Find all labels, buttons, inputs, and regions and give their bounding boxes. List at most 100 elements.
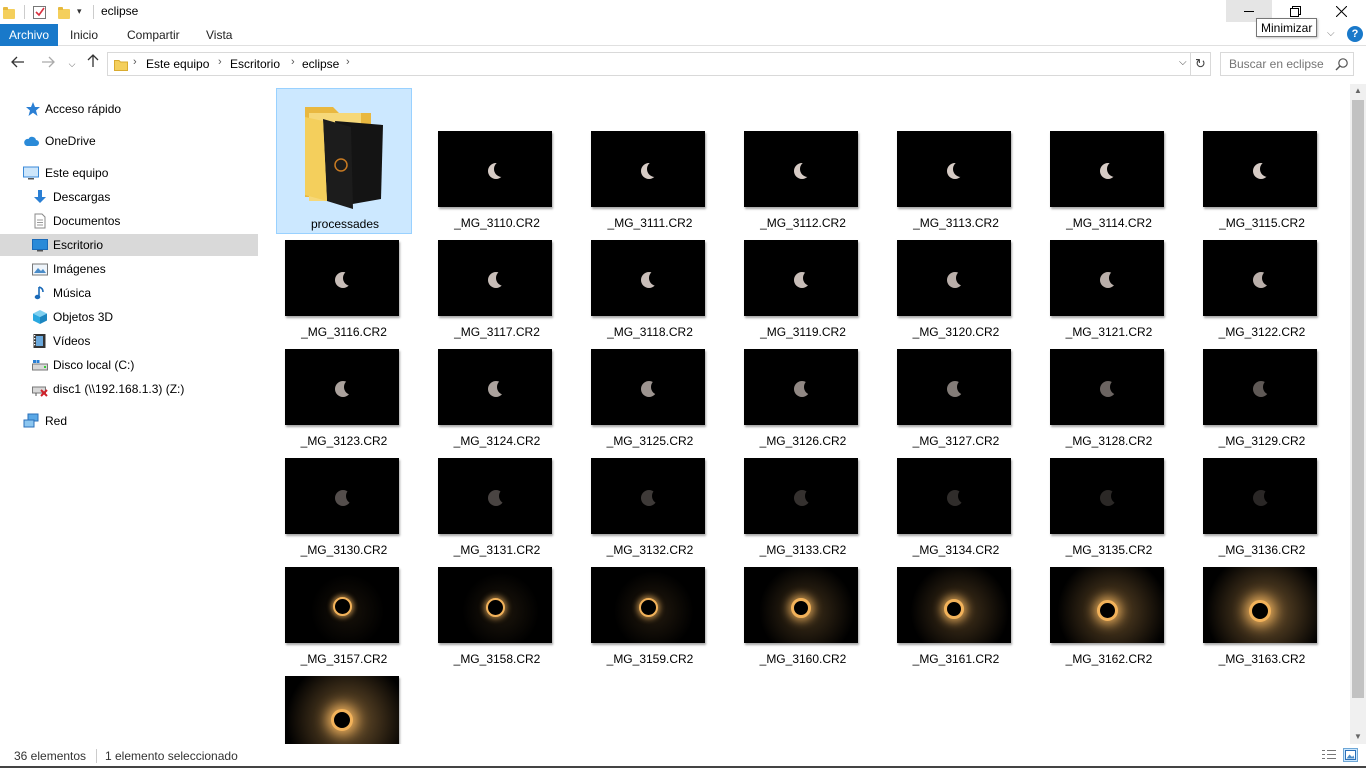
breadcrumb-escritorio[interactable]: Escritorio bbox=[230, 57, 280, 71]
moon-shadow bbox=[649, 270, 665, 286]
nav-item-descargas[interactable]: Descargas bbox=[0, 186, 258, 208]
breadcrumb-este-equipo[interactable]: Este equipo bbox=[146, 57, 209, 71]
ribbon-tabs: Archivo Inicio Compartir Vista ⌵ ? bbox=[0, 24, 1366, 46]
help-icon[interactable]: ? bbox=[1347, 26, 1363, 42]
recent-locations-chevron-icon[interactable]: ⌵ bbox=[62, 54, 82, 74]
breadcrumb-chevron-icon[interactable]: › bbox=[291, 56, 295, 68]
image-thumbnail bbox=[1050, 458, 1164, 534]
folder-icon bbox=[3, 7, 15, 19]
search-box[interactable] bbox=[1220, 52, 1354, 76]
address-dropdown-icon[interactable]: ⌵ bbox=[1179, 57, 1187, 68]
file-item[interactable]: _MG_3163.CR2 bbox=[1194, 524, 1330, 670]
image-thumbnail bbox=[897, 131, 1011, 207]
refresh-icon[interactable]: ↻ bbox=[1191, 52, 1211, 76]
nav-label: Este equipo bbox=[45, 166, 109, 180]
customize-toolbar-icon[interactable]: ▾ bbox=[77, 6, 82, 17]
eclipse-corona bbox=[332, 596, 352, 616]
file-item[interactable]: _MG_3159.CR2 bbox=[582, 524, 718, 670]
star-icon bbox=[26, 102, 40, 116]
nav-item-acceso-rapido[interactable]: Acceso rápido bbox=[0, 98, 258, 120]
network-drive-disconnected-icon bbox=[32, 386, 48, 397]
image-thumbnail bbox=[897, 567, 1011, 643]
breadcrumb-chevron-icon[interactable]: › bbox=[133, 56, 137, 68]
file-item[interactable]: _MG_3158.CR2 bbox=[429, 524, 565, 670]
nav-item-videos[interactable]: Vídeos bbox=[0, 330, 258, 352]
search-icon[interactable] bbox=[1335, 57, 1349, 71]
divider bbox=[24, 5, 25, 19]
moon-shadow bbox=[1111, 488, 1127, 504]
file-item[interactable] bbox=[276, 633, 412, 744]
moon-shadow bbox=[652, 488, 668, 504]
moon-shadow bbox=[497, 379, 513, 395]
selection-count: 1 elemento seleccionado bbox=[105, 749, 238, 763]
nav-label: disc1 (\\192.168.1.3) (Z:) bbox=[53, 382, 185, 396]
breadcrumb-eclipse[interactable]: eclipse bbox=[302, 57, 339, 71]
image-thumbnail bbox=[285, 567, 399, 643]
image-thumbnail bbox=[1050, 349, 1164, 425]
tab-vista[interactable]: Vista bbox=[196, 24, 242, 46]
scroll-up-icon[interactable]: ▲ bbox=[1350, 84, 1366, 98]
cube-icon bbox=[33, 310, 47, 324]
nav-label: Acceso rápido bbox=[45, 102, 122, 116]
tab-compartir[interactable]: Compartir bbox=[117, 24, 190, 46]
up-arrow-icon[interactable] bbox=[83, 54, 103, 74]
tab-archivo[interactable]: Archivo bbox=[0, 24, 59, 46]
file-name: _MG_3160.CR2 bbox=[759, 652, 847, 666]
properties-icon[interactable] bbox=[33, 4, 47, 20]
file-list: processades _MG_3110.CR2 _MG_3111.CR2 _MG_3… bbox=[266, 84, 1350, 744]
chevron-down-icon[interactable]: ⌵ bbox=[1327, 28, 1335, 39]
music-icon bbox=[34, 286, 44, 300]
image-thumbnail bbox=[591, 240, 705, 316]
eclipse-corona bbox=[638, 597, 658, 617]
file-item[interactable]: _MG_3162.CR2 bbox=[1041, 524, 1177, 670]
details-view-icon[interactable] bbox=[1322, 748, 1336, 762]
drive-icon bbox=[32, 360, 48, 371]
video-icon bbox=[33, 334, 46, 348]
search-input[interactable] bbox=[1221, 53, 1333, 75]
nav-item-disco-local[interactable]: Disco local (C:) bbox=[0, 354, 258, 376]
eclipse-corona bbox=[944, 599, 964, 619]
nav-item-red[interactable]: Red bbox=[0, 410, 258, 432]
eclipse-corona bbox=[1096, 599, 1118, 621]
moon-shadow bbox=[1260, 161, 1276, 177]
image-thumbnail bbox=[1203, 567, 1317, 643]
image-thumbnail bbox=[1203, 240, 1317, 316]
moon-shadow bbox=[953, 161, 969, 177]
nav-item-este-equipo[interactable]: Este equipo bbox=[0, 162, 258, 184]
image-icon bbox=[32, 263, 48, 276]
moon-shadow bbox=[647, 161, 663, 177]
scroll-down-icon[interactable]: ▼ bbox=[1350, 730, 1366, 744]
nav-item-imagenes[interactable]: Imágenes bbox=[0, 258, 258, 280]
nav-item-escritorio[interactable]: Escritorio bbox=[0, 234, 258, 256]
close-button[interactable] bbox=[1318, 0, 1364, 22]
scroll-thumb[interactable] bbox=[1352, 100, 1364, 698]
nav-label: Disco local (C:) bbox=[53, 358, 135, 372]
minimize-tooltip: Minimizar bbox=[1256, 18, 1318, 37]
large-icons-view-icon[interactable] bbox=[1343, 748, 1358, 762]
nav-label: Vídeos bbox=[53, 334, 91, 348]
breadcrumb-chevron-icon[interactable]: › bbox=[346, 56, 350, 68]
vertical-scrollbar[interactable]: ▲ ▼ bbox=[1350, 84, 1366, 744]
nav-item-objetos-3d[interactable]: Objetos 3D bbox=[0, 306, 258, 328]
image-thumbnail bbox=[438, 458, 552, 534]
download-icon bbox=[34, 190, 46, 203]
moon-shadow bbox=[957, 379, 973, 395]
nav-item-disc1[interactable]: disc1 (\\192.168.1.3) (Z:) bbox=[0, 378, 258, 400]
tab-inicio[interactable]: Inicio bbox=[60, 24, 108, 46]
nav-item-onedrive[interactable]: OneDrive bbox=[0, 130, 258, 152]
nav-item-documentos[interactable]: Documentos bbox=[0, 210, 258, 232]
file-item[interactable]: _MG_3161.CR2 bbox=[888, 524, 1024, 670]
back-arrow-icon[interactable] bbox=[8, 54, 28, 74]
eclipse-corona bbox=[1249, 600, 1271, 622]
image-thumbnail bbox=[744, 567, 858, 643]
desktop-icon bbox=[32, 239, 48, 252]
file-item[interactable]: _MG_3160.CR2 bbox=[735, 524, 871, 670]
new-folder-icon[interactable] bbox=[58, 7, 70, 19]
moon-shadow bbox=[958, 488, 974, 504]
forward-arrow-icon[interactable] bbox=[38, 54, 58, 74]
image-thumbnail bbox=[1050, 131, 1164, 207]
nav-item-musica[interactable]: Música bbox=[0, 282, 258, 304]
address-bar[interactable]: › Este equipo › Escritorio › eclipse › ⌵ bbox=[107, 52, 1191, 76]
breadcrumb-chevron-icon[interactable]: › bbox=[218, 56, 222, 68]
eclipse-corona bbox=[331, 709, 353, 731]
